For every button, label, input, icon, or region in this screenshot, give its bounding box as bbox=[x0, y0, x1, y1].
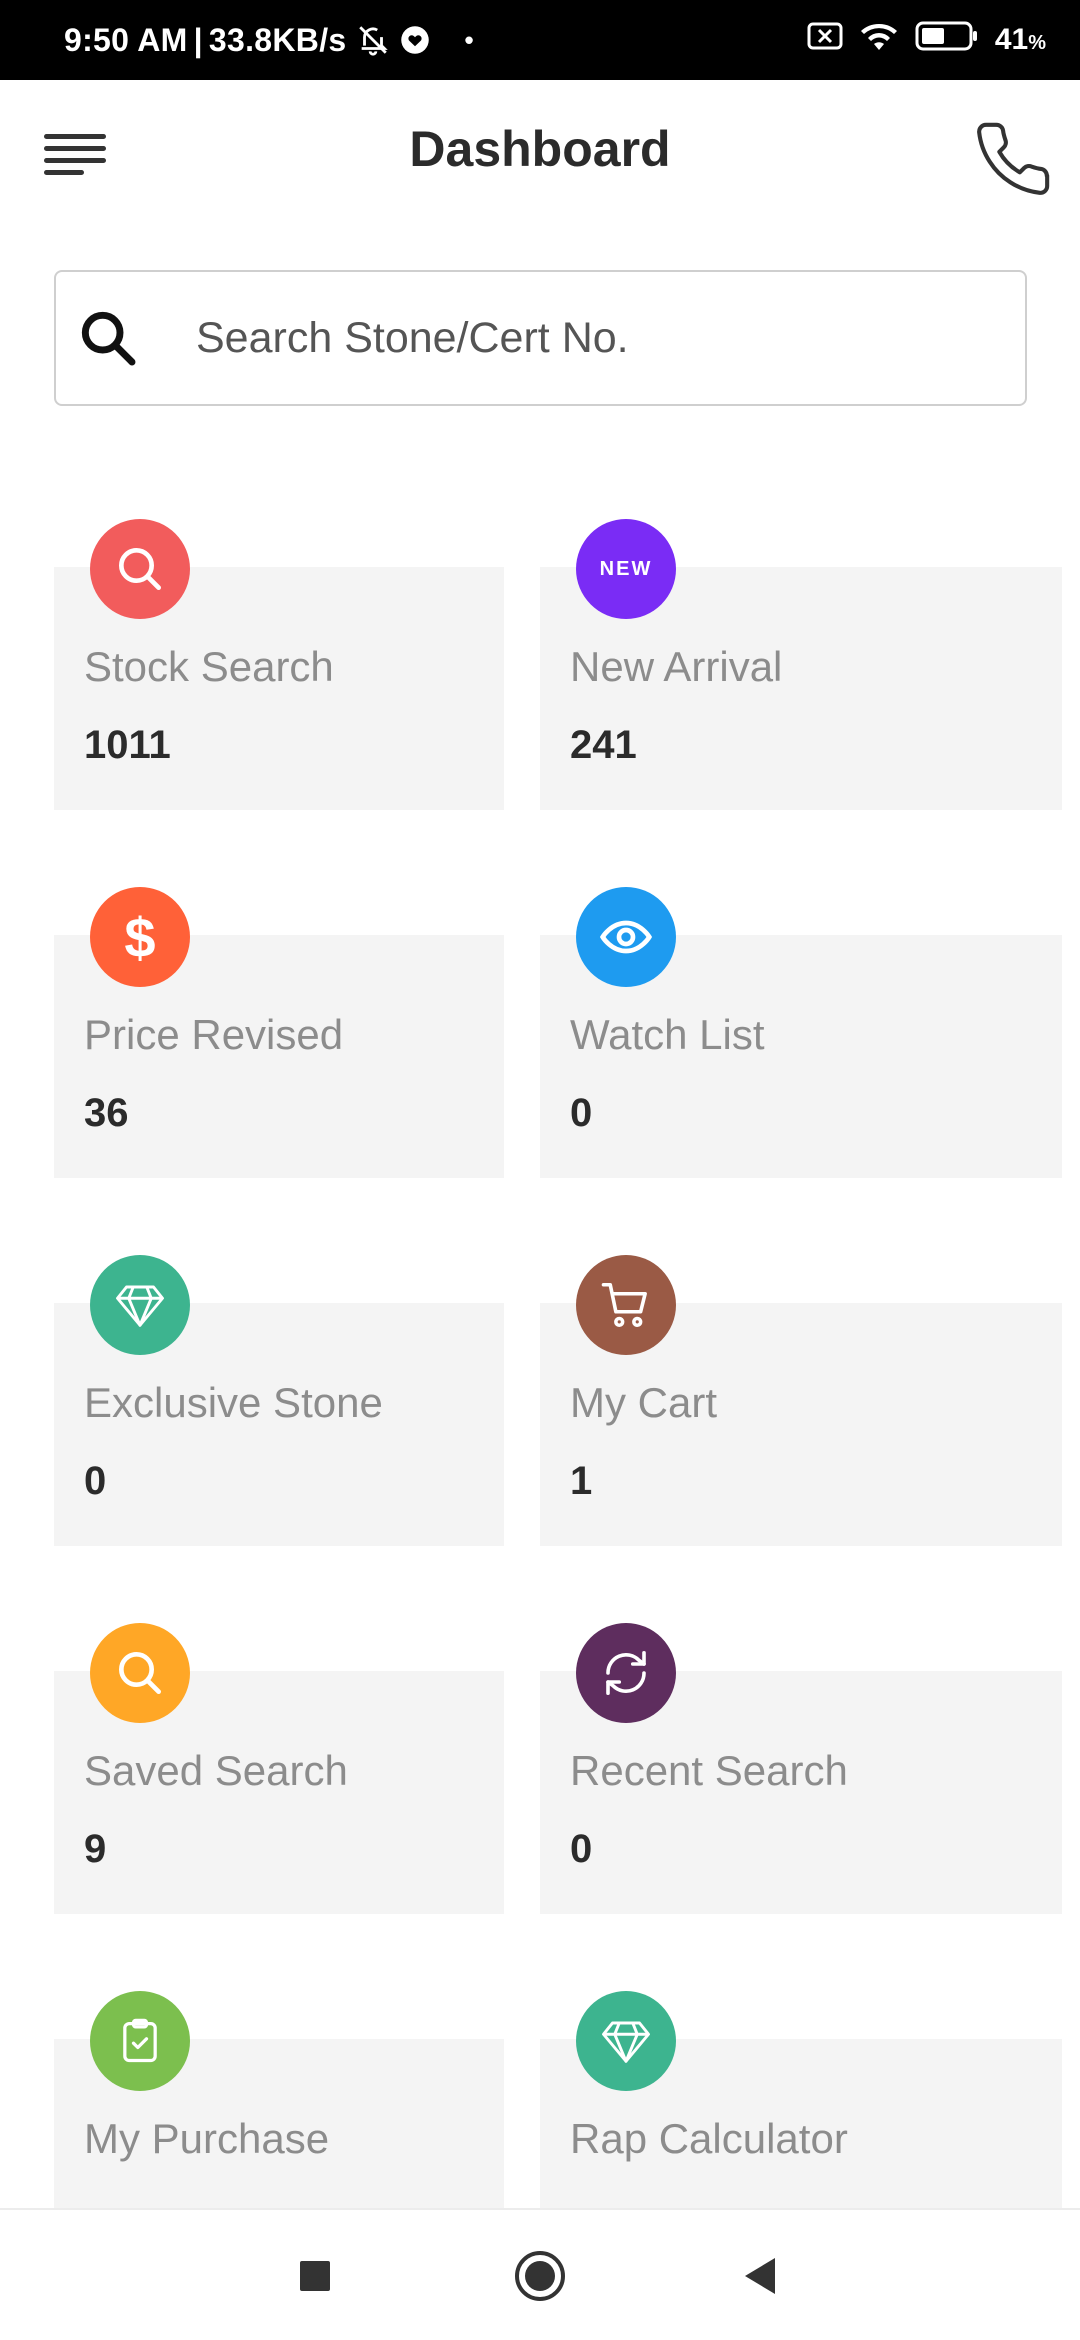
card-icon-circle bbox=[90, 1255, 190, 1355]
search-icon bbox=[119, 1652, 162, 1694]
card-count: 0 bbox=[570, 1827, 593, 1871]
card-count: 0 bbox=[570, 1091, 593, 1135]
card-icon-circle bbox=[576, 1255, 676, 1355]
card-my-cart[interactable]: My Cart 1 bbox=[540, 1255, 1062, 1546]
card-count: 9 bbox=[84, 1827, 107, 1871]
card-icon-circle bbox=[90, 519, 190, 619]
card-icon-circle bbox=[90, 1623, 190, 1723]
search-icon bbox=[119, 548, 162, 590]
square-icon bbox=[300, 2261, 330, 2291]
recents-button[interactable] bbox=[255, 2210, 375, 2340]
card-count: 36 bbox=[84, 1091, 129, 1135]
card-icon-circle bbox=[90, 1991, 190, 2091]
eye-icon bbox=[599, 920, 653, 954]
card-label: Recent Search bbox=[570, 1747, 848, 1794]
card-label: My Purchase bbox=[84, 2115, 330, 2162]
card-count: 241 bbox=[570, 723, 637, 767]
card-icon-circle: $ bbox=[90, 887, 190, 987]
card-label: My Cart bbox=[570, 1379, 717, 1426]
home-button[interactable] bbox=[480, 2210, 600, 2340]
card-recent-search[interactable]: Recent Search 0 bbox=[540, 1623, 1062, 1914]
card-rap-calculator[interactable]: Rap Calculator bbox=[540, 1991, 1062, 2208]
card-price-revised[interactable]: $ Price Revised 36 bbox=[54, 887, 504, 1178]
card-label: Exclusive Stone bbox=[84, 1379, 383, 1426]
system-nav-bar bbox=[0, 2208, 1080, 2340]
card-saved-search[interactable]: Saved Search 9 bbox=[54, 1623, 504, 1914]
card-icon-circle: NEW bbox=[576, 519, 676, 619]
card-my-purchase[interactable]: My Purchase bbox=[54, 1991, 504, 2208]
card-label: Saved Search bbox=[84, 1747, 348, 1794]
card-label: Stock Search bbox=[84, 643, 334, 690]
card-icon-circle bbox=[576, 1991, 676, 2091]
card-label: Rap Calculator bbox=[570, 2115, 848, 2162]
card-label: Watch List bbox=[570, 1011, 765, 1058]
diamond-icon bbox=[602, 2021, 650, 2063]
card-count: 1 bbox=[570, 1459, 593, 1503]
card-icon-circle bbox=[576, 1623, 676, 1723]
card-watch-list[interactable]: Watch List 0 bbox=[540, 887, 1062, 1178]
triangle-back-icon bbox=[745, 2258, 775, 2294]
cart-icon bbox=[601, 1282, 647, 1328]
clipboard-check-icon bbox=[123, 2018, 157, 2063]
dollar-icon: $ bbox=[124, 905, 156, 969]
back-button[interactable] bbox=[700, 2210, 820, 2340]
new-badge-icon: NEW bbox=[599, 557, 653, 580]
diamond-icon bbox=[116, 1285, 164, 1327]
dashboard-grid: Stock Search 1011 NEW New Arrival 241 $ … bbox=[0, 0, 1080, 2208]
circle-icon bbox=[515, 2251, 565, 2301]
card-count: 1011 bbox=[84, 723, 171, 767]
card-count: 0 bbox=[84, 1459, 107, 1503]
card-exclusive-stone[interactable]: Exclusive Stone 0 bbox=[54, 1255, 504, 1546]
card-icon-circle bbox=[576, 887, 676, 987]
refresh-icon bbox=[606, 1650, 646, 1696]
card-label: Price Revised bbox=[84, 1011, 344, 1058]
card-stock-search[interactable]: Stock Search 1011 bbox=[54, 519, 504, 810]
card-new-arrival[interactable]: NEW New Arrival 241 bbox=[540, 519, 1062, 810]
card-label: New Arrival bbox=[570, 643, 783, 690]
